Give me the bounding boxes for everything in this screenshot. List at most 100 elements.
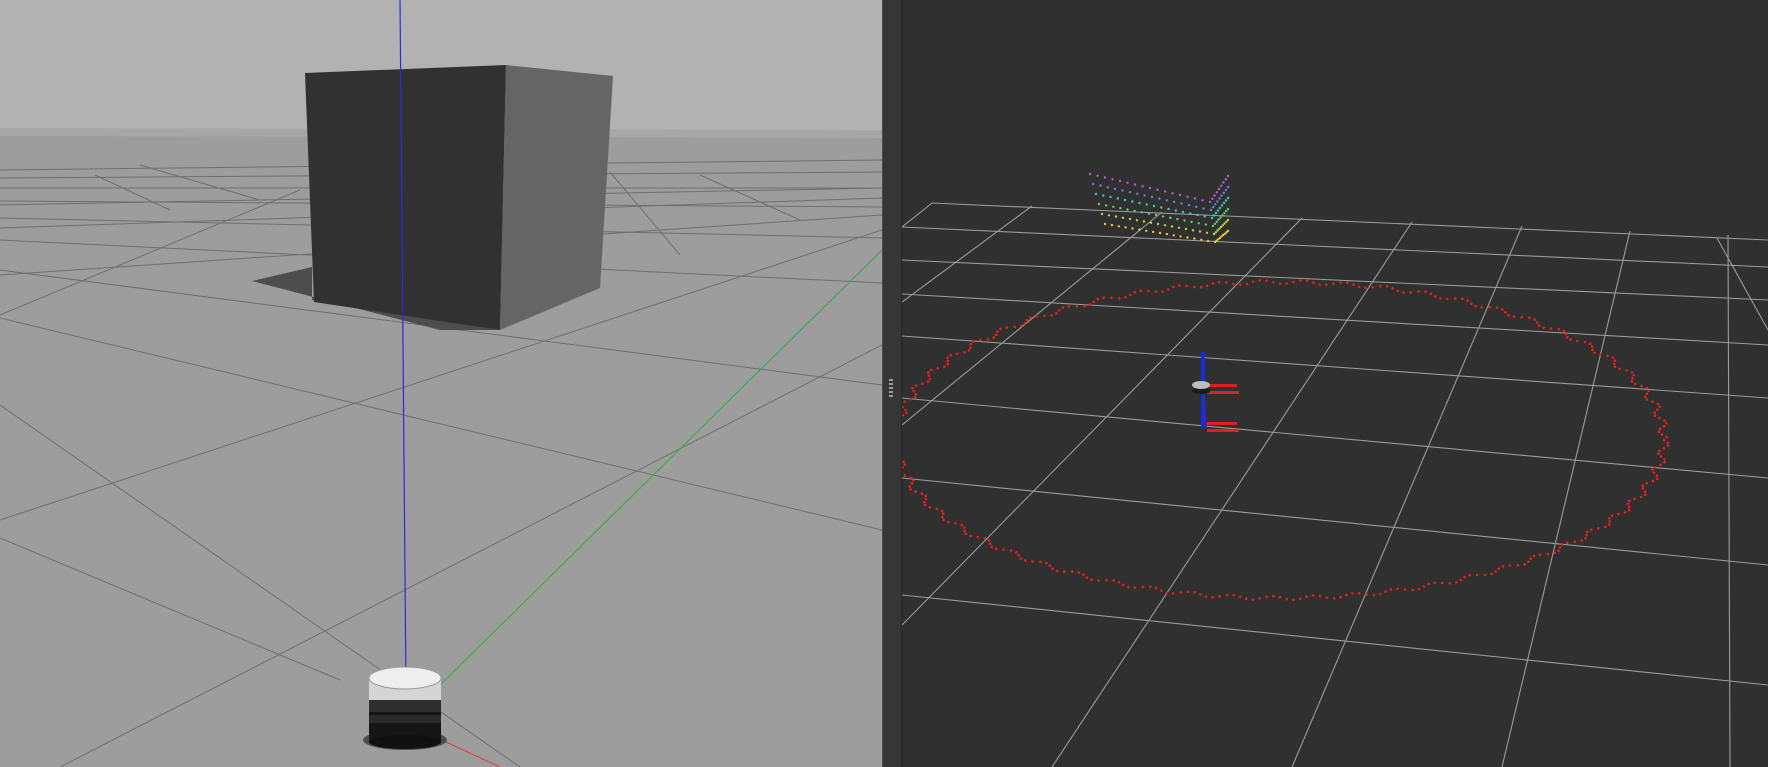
laser-scan-point	[969, 346, 972, 349]
point-cloud-point	[1163, 224, 1167, 227]
laser-scan-point	[972, 340, 976, 343]
point-cloud-point	[1218, 206, 1222, 210]
point-cloud-point	[1178, 193, 1182, 197]
laser-scan-point	[1285, 597, 1288, 601]
point-cloud-point	[1147, 212, 1151, 215]
point-cloud-point	[1223, 222, 1226, 225]
laser-scan-point	[1470, 302, 1473, 306]
laser-scan-point	[1626, 502, 1630, 506]
point-cloud-point	[1119, 206, 1122, 210]
point-cloud-point	[1167, 207, 1170, 211]
laser-scan-point	[1088, 303, 1092, 306]
point-cloud-point	[1214, 211, 1218, 215]
laser-scan-point	[1573, 540, 1577, 544]
laser-scan-point	[1585, 533, 1588, 537]
laser-scan-point	[1017, 554, 1020, 557]
laser-scan-point	[1218, 595, 1222, 598]
laser-scan-point	[1045, 561, 1048, 565]
laser-scan-point	[954, 522, 957, 525]
laser-scan-point	[922, 500, 926, 504]
point-cloud-point	[1216, 200, 1219, 203]
point-cloud-point	[1165, 199, 1168, 202]
point-cloud-point	[1172, 234, 1175, 237]
laser-scan-point	[976, 535, 980, 539]
laser-scan-point	[1653, 465, 1657, 469]
laser-scan-point	[990, 545, 993, 549]
laser-scan-point	[1459, 578, 1462, 582]
unit-box[interactable]	[305, 65, 613, 330]
point-cloud-point	[1186, 195, 1189, 198]
point-cloud-point	[1220, 194, 1223, 197]
laser-scan-point	[1576, 339, 1579, 343]
point-cloud-point	[1118, 179, 1122, 183]
laser-scan-point	[964, 532, 968, 536]
point-cloud-point	[1217, 218, 1220, 221]
point-cloud-point	[1224, 188, 1228, 192]
laser-scan-point	[1660, 433, 1664, 436]
laser-scan-point	[1305, 595, 1308, 598]
point-cloud-point	[1197, 222, 1200, 225]
laser-scan-point	[946, 356, 949, 360]
lidar-sensor-model[interactable]	[363, 666, 447, 750]
rviz-scene[interactable]	[902, 0, 1768, 767]
laser-scan-point	[1117, 580, 1121, 584]
laser-scan-point	[935, 507, 939, 511]
laser-scan-point	[994, 547, 998, 551]
laser-scan-point	[983, 537, 987, 540]
laser-scan-point	[1429, 292, 1433, 296]
laser-scan-point	[1102, 296, 1106, 300]
laser-scan-point	[1339, 595, 1342, 599]
point-cloud-point	[1138, 228, 1141, 231]
point-cloud-point	[1091, 182, 1095, 186]
gazebo-viewport[interactable]	[0, 0, 882, 767]
laser-scan-point	[921, 382, 924, 385]
laser-scan-point	[1495, 306, 1499, 309]
laser-scan-point	[1639, 495, 1643, 499]
laser-scan-point	[1090, 578, 1093, 582]
laser-scan-point	[1488, 305, 1491, 309]
laser-scan-point	[963, 526, 966, 529]
laser-scan-ring[interactable]	[902, 279, 1670, 602]
laser-scan-point	[1402, 291, 1405, 294]
laser-scan-point	[1422, 585, 1426, 588]
unit-box-front-face[interactable]	[305, 65, 506, 330]
laser-scan-point	[1364, 286, 1367, 290]
point-cloud-point	[1099, 184, 1102, 187]
laser-scan-point	[992, 336, 995, 339]
laser-scan-point	[1232, 282, 1235, 286]
gazebo-scene[interactable]	[0, 0, 882, 767]
laser-scan-point	[1564, 332, 1568, 336]
point-cloud-point	[1219, 225, 1223, 229]
laser-scan-point	[1597, 527, 1600, 530]
laser-scan-point	[1658, 427, 1662, 431]
laser-scan-point	[1656, 408, 1659, 412]
point-cloud-point	[1156, 188, 1159, 191]
point-cloud-point	[1156, 222, 1160, 226]
point-cloud-point	[1131, 227, 1134, 230]
point-cloud-point	[1114, 215, 1118, 218]
laser-scan-point	[1633, 382, 1637, 386]
laser-scan-point	[1292, 598, 1295, 602]
pane-splitter[interactable]	[882, 0, 902, 767]
laser-scan-point	[1351, 592, 1354, 595]
laser-scan-point	[1378, 284, 1382, 288]
laser-scan-point	[1148, 585, 1152, 589]
laser-scan-point	[912, 479, 915, 482]
laser-scan-point	[1147, 289, 1150, 293]
laser-scan-point	[920, 492, 924, 495]
rviz-render-panel[interactable]	[902, 0, 1768, 767]
depth-point-cloud[interactable]	[1088, 172, 1230, 244]
laser-scan-point	[1352, 283, 1355, 286]
splitter-grip-icon[interactable]	[889, 379, 893, 397]
laser-scan-point	[1232, 593, 1235, 597]
laser-scan-point	[1424, 290, 1427, 294]
point-cloud-point	[1226, 229, 1230, 233]
robot-tf-frames[interactable]	[1192, 352, 1239, 432]
laser-scan-point	[1643, 493, 1647, 497]
point-cloud-point	[1226, 218, 1230, 222]
laser-scan-point	[927, 371, 930, 374]
laser-scan-point	[1549, 327, 1553, 330]
laser-scan-point	[1278, 595, 1282, 599]
point-cloud-point	[1186, 236, 1189, 239]
laser-scan-point	[1067, 304, 1071, 308]
